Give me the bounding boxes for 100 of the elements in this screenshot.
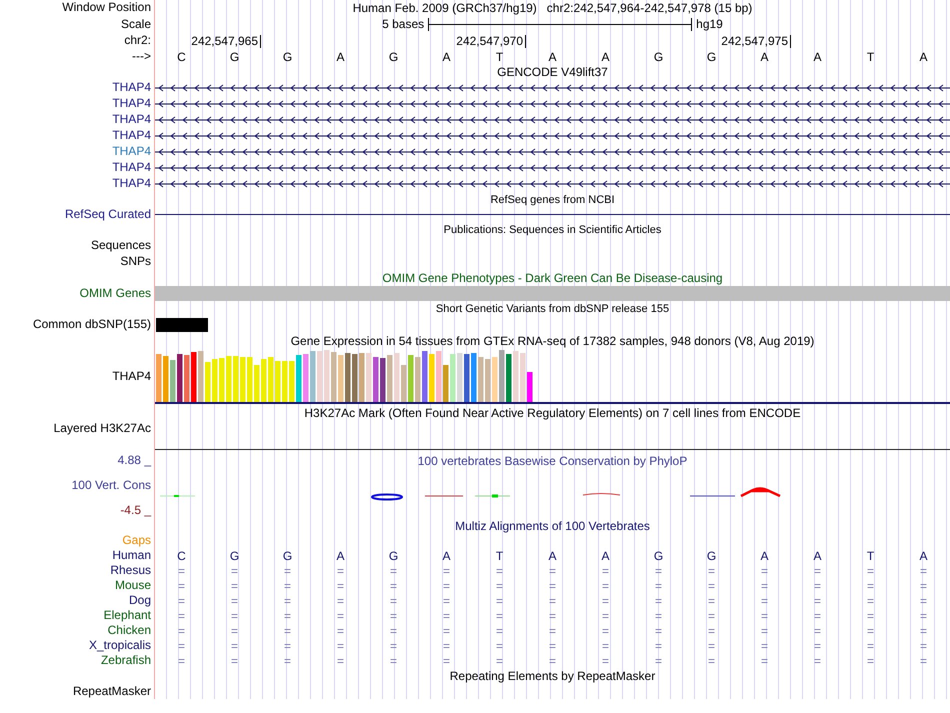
species-label[interactable]: X_tropicalis (88, 638, 151, 652)
track-label[interactable]: Layered H3K27Ac (54, 422, 151, 436)
alignment-base: = (654, 578, 662, 592)
alignment-base: = (814, 638, 821, 652)
expression-bar[interactable] (366, 352, 372, 402)
track-label[interactable]: Common dbSNP(155) (32, 318, 151, 332)
alignment-base: = (866, 608, 874, 622)
expression-bar[interactable] (443, 364, 448, 402)
expression-bar[interactable] (317, 350, 322, 402)
alignment-base: = (336, 638, 344, 652)
expression-bar[interactable] (254, 364, 260, 402)
alignment-base: = (920, 594, 927, 608)
expression-bar[interactable] (177, 354, 182, 402)
expression-bar[interactable] (296, 354, 302, 402)
expression-bar[interactable] (471, 352, 476, 402)
expression-bar[interactable] (324, 350, 330, 402)
track-label[interactable]: SNPs (120, 255, 151, 269)
alignment-base: = (708, 608, 715, 622)
dna-base: T (496, 50, 504, 64)
track-label[interactable]: RepeatMasker (72, 684, 151, 698)
species-label[interactable]: Mouse (114, 578, 151, 592)
expression-bar[interactable] (170, 360, 176, 402)
species-label[interactable]: Dog (128, 594, 151, 608)
expression-bar[interactable] (163, 356, 168, 402)
expression-bar[interactable] (513, 350, 518, 402)
track-label[interactable]: THAP4 (112, 81, 151, 95)
expression-bar[interactable] (331, 352, 336, 402)
expression-bar[interactable] (520, 352, 526, 402)
expression-bar[interactable] (191, 352, 196, 402)
track-label[interactable]: THAP4 (112, 161, 151, 175)
alignment-base: G (706, 548, 716, 562)
track-label[interactable]: THAP4 (112, 177, 151, 191)
expression-bar[interactable] (226, 356, 232, 402)
expression-bar[interactable] (240, 356, 246, 402)
track-label[interactable]: 100 Vert. Cons (72, 478, 151, 492)
expression-bar[interactable] (429, 354, 434, 402)
expression-bar[interactable] (464, 354, 470, 402)
alignment-base: A (760, 548, 768, 562)
alignment-base: = (602, 608, 609, 622)
expression-bar[interactable] (352, 354, 358, 402)
track-label[interactable]: THAP4 (112, 145, 151, 159)
expression-bar[interactable] (415, 356, 420, 402)
expression-bar[interactable] (205, 362, 210, 402)
track-label[interactable]: OMIM Genes (80, 286, 151, 300)
species-label[interactable]: Human (112, 548, 151, 562)
expression-bar[interactable] (310, 350, 316, 402)
expression-bar[interactable] (506, 354, 512, 402)
expression-bar[interactable] (499, 350, 504, 402)
expression-bar[interactable] (401, 364, 406, 402)
expression-bar[interactable] (282, 360, 288, 402)
expression-bar[interactable] (261, 358, 266, 402)
dna-base: A (548, 50, 556, 64)
expression-bar[interactable] (303, 354, 308, 402)
expression-bar[interactable] (289, 360, 294, 402)
expression-bar[interactable] (436, 350, 442, 402)
expression-bar[interactable] (394, 352, 400, 402)
species-label[interactable]: Zebrafish (100, 654, 151, 668)
expression-bar[interactable] (198, 350, 204, 402)
track-label[interactable]: THAP4 (112, 370, 151, 384)
expression-bar[interactable] (212, 358, 218, 402)
track-label[interactable]: THAP4 (112, 113, 151, 127)
expression-bar[interactable] (408, 354, 414, 402)
expression-bar[interactable] (478, 356, 484, 402)
expression-bar[interactable] (338, 354, 344, 402)
alignment-base: = (230, 624, 238, 638)
species-label[interactable]: Elephant (104, 608, 151, 622)
expression-bar[interactable] (527, 372, 532, 402)
expression-bar[interactable] (450, 354, 456, 402)
expression-bar[interactable] (485, 358, 490, 402)
alignment-base: = (336, 624, 344, 638)
species-label[interactable]: Chicken (108, 624, 151, 638)
track-title: Multiz Alignments of 100 Vertebrates (455, 519, 650, 533)
alignment-base: = (178, 638, 185, 652)
expression-bar[interactable] (422, 350, 428, 402)
track-label[interactable]: THAP4 (112, 97, 151, 111)
expression-bar[interactable] (359, 352, 364, 402)
expression-bar[interactable] (184, 354, 190, 402)
expression-bar[interactable] (380, 358, 386, 402)
alignment-base: = (814, 624, 821, 638)
expression-bar[interactable] (247, 356, 252, 402)
expression-bar[interactable] (345, 352, 350, 402)
track-title: RefSeq genes from NCBI (490, 194, 615, 206)
track-label[interactable]: RefSeq Curated (64, 208, 151, 222)
dna-base: A (601, 50, 610, 64)
alignment-base: = (708, 638, 715, 652)
expression-bar[interactable] (457, 352, 462, 402)
expression-bar[interactable] (233, 356, 238, 402)
species-label[interactable]: Rhesus (110, 564, 151, 578)
expression-bar[interactable] (492, 356, 498, 402)
row-label: chr2: (124, 34, 151, 48)
expression-bar[interactable] (373, 356, 378, 402)
track-label[interactable]: THAP4 (112, 129, 151, 143)
track-label[interactable]: Sequences (90, 239, 151, 253)
expression-bar[interactable] (268, 356, 274, 402)
expression-bar[interactable] (156, 354, 162, 402)
expression-bar[interactable] (219, 358, 224, 402)
expression-bar[interactable] (387, 354, 392, 402)
expression-bar[interactable] (275, 360, 280, 402)
alignment-base: T (496, 548, 504, 562)
alignment-base: = (548, 578, 556, 592)
